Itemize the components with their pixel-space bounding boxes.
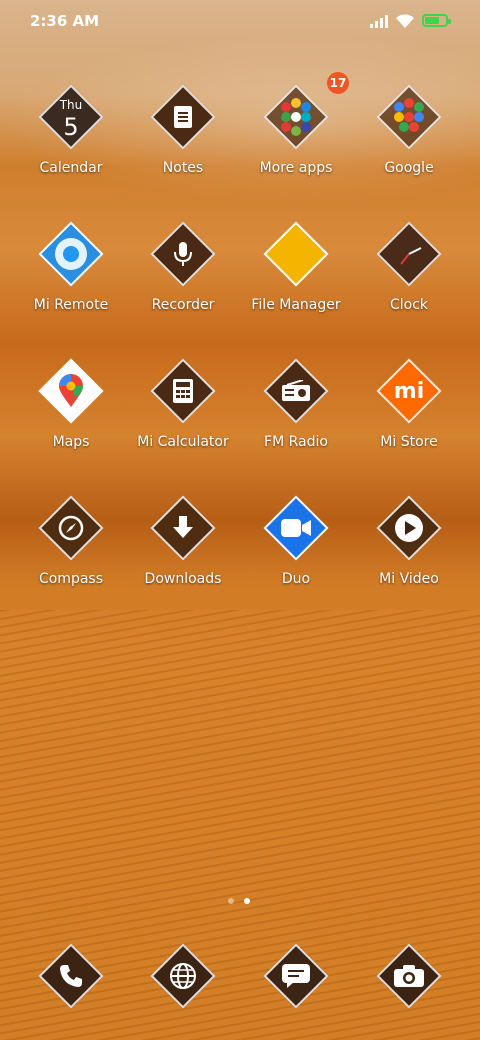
app-label: More apps [259,160,333,176]
app-label: Mi Video [379,571,439,587]
app-file-manager[interactable]: File Manager [241,221,351,341]
play-icon [376,495,442,561]
dock-messages[interactable] [241,943,351,1013]
page-dot-active[interactable] [244,898,250,904]
app-mi-calculator[interactable]: Mi Calculator [128,358,238,478]
app-label: Downloads [144,571,222,587]
signal-icon [370,14,390,28]
app-label: Calendar [39,160,103,176]
phone-icon [38,943,104,1009]
wifi-icon [396,14,414,28]
app-label: Duo [281,571,311,587]
folder-google[interactable]: Google [354,84,464,204]
app-compass[interactable]: Compass [16,495,126,615]
app-label: Compass [38,571,104,587]
app-calendar[interactable]: Thu 5 Calendar [16,84,126,204]
calculator-icon [150,358,216,424]
app-label: Google [384,160,434,176]
app-maps[interactable]: Maps [16,358,126,478]
app-label: Recorder [151,297,215,313]
folder-icon [263,84,329,150]
app-label: Clock [389,297,429,313]
app-label: Mi Store [380,434,438,450]
dock-phone[interactable] [16,943,126,1013]
battery-icon [422,14,451,27]
microphone-icon [150,221,216,287]
message-icon [263,943,329,1009]
app-duo[interactable]: Duo [241,495,351,615]
calendar-day-number: 5 [63,113,79,141]
app-downloads[interactable]: Downloads [128,495,238,615]
app-label: Maps [52,434,90,450]
status-time: 2:36 AM [30,12,100,30]
app-label: Mi Calculator [137,434,229,450]
page-dot[interactable] [228,898,234,904]
notes-icon [150,84,216,150]
app-mi-video[interactable]: Mi Video [354,495,464,615]
app-notes[interactable]: Notes [128,84,238,204]
remote-icon [38,221,104,287]
app-label: Notes [162,160,204,176]
app-mi-store[interactable]: mi Mi Store [354,358,464,478]
app-clock[interactable]: Clock [354,221,464,341]
calendar-day-name: Thu [59,98,83,112]
folder-icon [376,84,442,150]
mi-logo-icon: mi [393,378,425,404]
map-pin-icon [38,358,104,424]
dock-browser[interactable] [128,943,238,1013]
compass-icon [38,495,104,561]
camera-icon [376,943,442,1009]
app-mi-remote[interactable]: Mi Remote [16,221,126,341]
folder-more-apps[interactable]: 17 More apps [241,72,351,204]
app-fm-radio[interactable]: FM Radio [241,358,351,478]
notification-badge: 17 [327,72,349,94]
page-indicator [228,898,254,906]
app-label: Mi Remote [33,297,109,313]
app-label: File Manager [251,297,341,313]
video-camera-icon [263,495,329,561]
clock-icon [376,221,442,287]
app-label: FM Radio [264,434,328,450]
dock-camera[interactable] [354,943,464,1013]
download-icon [150,495,216,561]
status-bar: 2:36 AM [0,0,480,44]
globe-icon [150,943,216,1009]
app-recorder[interactable]: Recorder [128,221,238,341]
radio-icon [263,358,329,424]
